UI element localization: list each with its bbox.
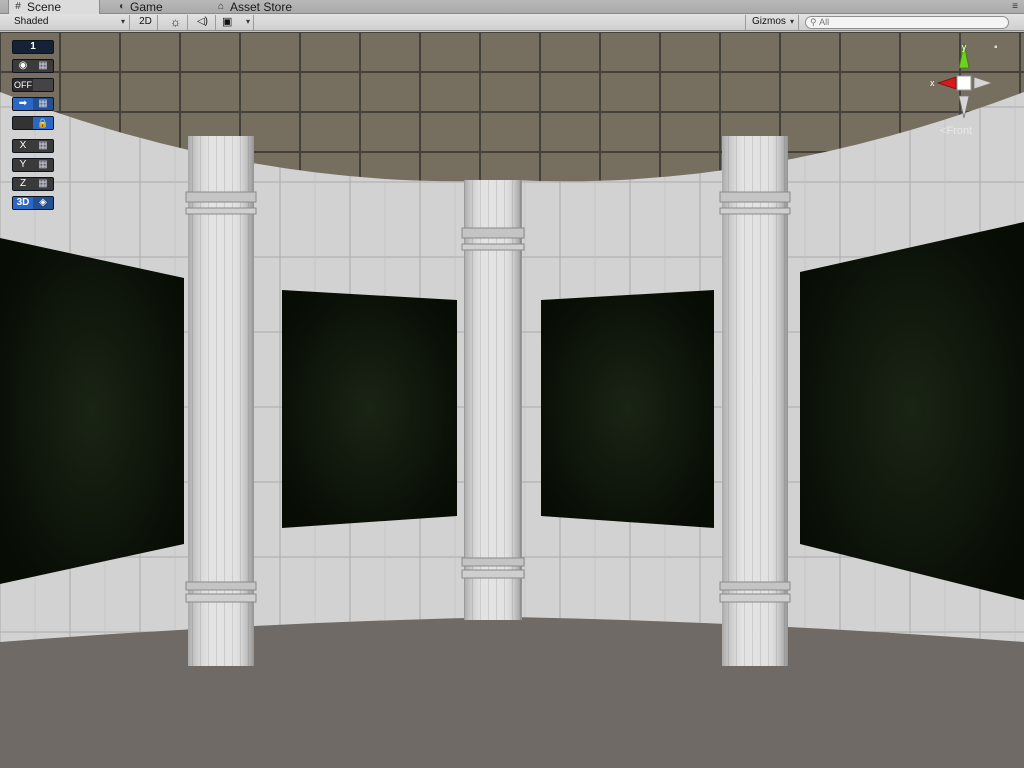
view-name: Front [946,125,973,137]
neg-x-axis-cone [973,76,994,90]
tab-game[interactable]: ◖ Game [112,0,169,14]
chevron-down-icon: ▾ [245,17,250,26]
scene-search-field[interactable]: ⚲ [805,16,1009,29]
2d-toggle-button[interactable]: 2D [134,15,158,30]
z-label: Z [19,178,27,189]
chevron-down-icon: ▾ [120,17,125,26]
eye-icon: ◉ [18,60,28,71]
y-label: Y [19,159,27,170]
move-snap-toggle[interactable]: ➡ ▦ [12,97,54,111]
tab-menu-icon[interactable]: ≡ [1012,1,1018,13]
x-axis-cone [936,76,957,90]
tab-game-label: Game [130,0,163,14]
tab-asset-store-label: Asset Store [230,0,293,14]
pacman-icon: ◖ [117,1,125,12]
gizmos-dropdown[interactable]: Gizmos ▾ [745,15,799,30]
y-axis-toggle[interactable]: Y ▦ [12,158,54,172]
grid-icon: ▦ [38,178,48,189]
column-left [185,136,257,666]
search-input[interactable] [819,17,990,27]
shading-mode-label: Shaded [14,16,49,27]
grid-icon: ▦ [38,140,48,151]
gizmos-label: Gizmos [752,16,786,27]
column-right [719,136,791,666]
layer-number-button[interactable]: 1 [12,40,54,54]
sun-icon: ☼ [170,15,181,29]
grid-icon: ▦ [38,60,48,71]
toggle-switch [33,79,53,91]
x-label: X [19,140,27,151]
search-icon: ⚲ [810,17,817,27]
z-axis-toggle[interactable]: Z ▦ [12,177,54,191]
scene-render [0,32,1024,768]
toggle-switch [13,117,33,129]
lock-toggle[interactable]: 🔒 [12,116,54,130]
grid-icon: # [15,1,21,12]
chevron-down-icon: ▾ [789,17,794,26]
neg-y-axis-cone [958,95,970,119]
shield-icon: ◈ [39,197,47,208]
visibility-toggle[interactable]: ◉ ▦ [12,59,54,73]
3d-label: 3D [13,197,33,209]
column-center [461,180,525,620]
tab-asset-store[interactable]: ⌂ Asset Store [212,0,298,14]
view-orientation-label[interactable]: <Front [940,125,972,137]
lighting-toggle-button[interactable]: ☼ [164,15,188,30]
speaker-icon: ◁) [196,16,209,27]
shop-icon: ⌂ [217,1,225,12]
3d-toggle[interactable]: 3D ◈ [12,196,54,210]
off-toggle[interactable]: OFF [12,78,54,92]
arrow-right-icon: ➡ [13,98,33,110]
lock-icon[interactable]: ▪ [994,42,998,53]
gizmo-center-cube [956,75,972,91]
lock-icon: 🔒 [33,117,53,129]
gizmo-y-label: y [962,42,967,52]
gizmo-x-label: x [930,78,935,88]
x-axis-toggle[interactable]: X ▦ [12,139,54,153]
tab-scene-label: Scene [27,0,62,14]
image-icon: ▣ [222,16,233,28]
grid-icon: ▦ [38,159,48,170]
effects-dropdown[interactable]: ▣ ▾ [218,15,254,30]
off-label: OFF [14,80,32,90]
scene-toolbar: Shaded ▾ 2D ☼ ◁) ▣ ▾ Gizmos ▾ ⚲ [0,14,1024,31]
grid-icon: ▦ [38,98,48,109]
shading-mode-dropdown[interactable]: Shaded ▾ [0,15,130,30]
audio-toggle-button[interactable]: ◁) [190,15,216,30]
scene-viewport[interactable]: 1 ◉ ▦ OFF ➡ ▦ 🔒 X ▦ Y ▦ Z ▦ 3D ◈ [0,32,1024,768]
tab-scene[interactable]: # Scene [8,0,100,14]
editor-tab-bar: # Scene ◖ Game ⌂ Asset Store ≡ [0,0,1024,14]
layer-number-label: 1 [30,41,36,52]
